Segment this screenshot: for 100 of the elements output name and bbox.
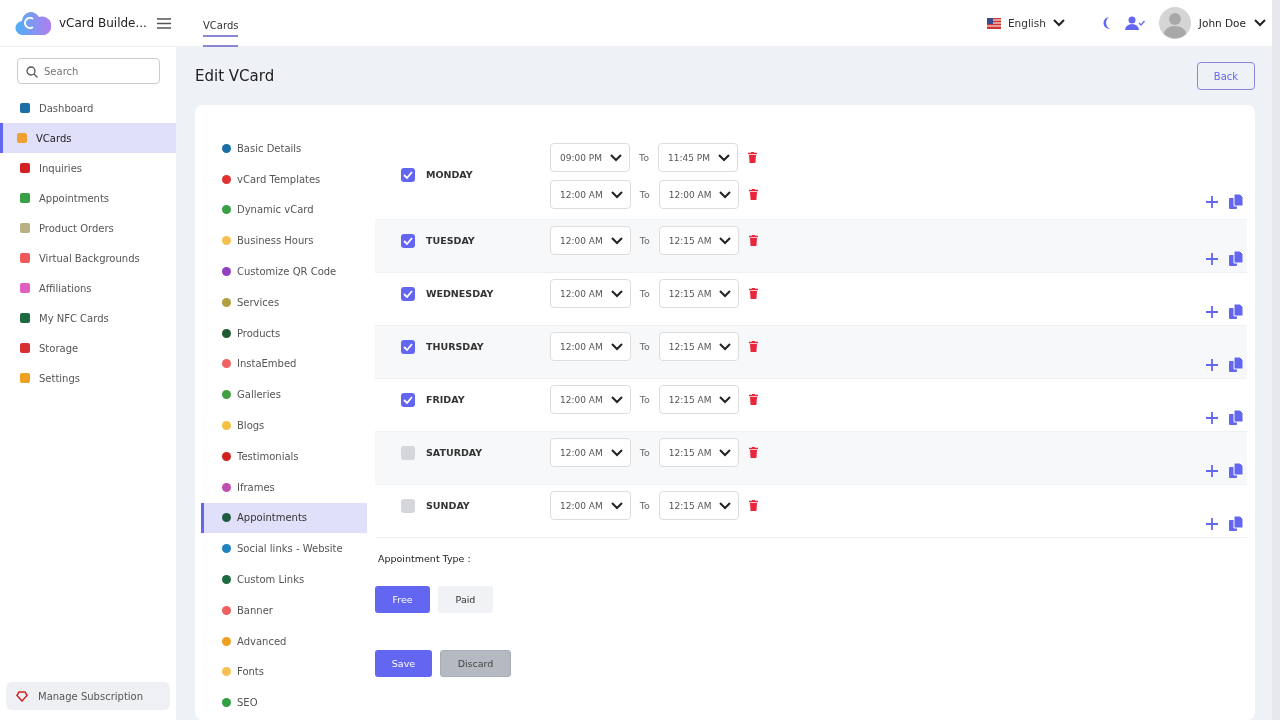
chevron-down-icon [610,236,623,245]
sidebar-item[interactable]: Dashboard [0,93,176,123]
time-select[interactable]: 11:45 PM [658,143,738,172]
user-menu[interactable]: John Doe [1158,7,1266,39]
menu-button[interactable] [154,15,173,31]
back-button[interactable]: Back [1197,62,1255,90]
section-tab[interactable]: Advanced [201,625,367,657]
delete-button[interactable] [749,288,759,299]
chevron-down-icon [718,153,730,162]
time-select[interactable]: 12:00 AM [550,491,631,520]
checkmark-icon [403,237,413,245]
chevron-down-icon [610,289,623,298]
delete-button[interactable] [749,500,759,511]
add-button[interactable] [1206,358,1218,371]
delete-button[interactable] [749,189,759,200]
time-select[interactable]: 12:00 AM [550,385,631,414]
plus-icon [1206,305,1218,318]
sidebar-item[interactable]: Product Orders [0,213,176,243]
time-select[interactable]: 12:15 AM [658,491,740,520]
sidebar-item[interactable]: Appointments [0,183,176,213]
section-tab[interactable]: Custom Links [201,564,367,595]
time-select[interactable]: 12:00 AM [550,279,631,308]
chevron-down-icon [719,289,732,298]
day-checkbox[interactable] [401,168,415,182]
flag-icon [986,17,1001,29]
copy-button[interactable] [1229,251,1243,266]
sidebar-item[interactable]: Inquiries [0,153,176,183]
sidebar-item[interactable]: My NFC Cards [0,303,176,333]
time-select[interactable]: 12:15 AM [658,385,740,414]
add-button[interactable] [1206,517,1218,530]
add-button[interactable] [1206,195,1218,208]
day-label: WEDNESDAY [426,288,495,299]
section-tab[interactable]: Customize QR Code [201,256,367,287]
type-option[interactable]: Free [375,586,430,613]
chevron-down-icon [719,190,732,199]
section-tab[interactable]: Iframes [201,471,367,503]
sidebar-item[interactable]: Storage [0,333,176,363]
search-field[interactable]: Search [17,58,160,84]
section-tab[interactable]: Dynamic vCard [201,194,367,226]
section-tab[interactable]: Products [201,317,367,349]
add-button[interactable] [1206,411,1218,424]
copy-button[interactable] [1229,463,1243,478]
section-tab[interactable]: Fonts [201,656,367,688]
time-select[interactable]: 12:15 AM [658,226,740,255]
copy-icon [1229,304,1243,319]
delete-button[interactable] [749,341,759,352]
user-status-button[interactable] [1124,16,1145,30]
section-tab[interactable]: SEO [201,687,367,719]
day-checkbox[interactable] [401,287,415,301]
type-option[interactable]: Paid [438,586,493,613]
day-label: FRIDAY [426,394,466,405]
copy-button[interactable] [1229,194,1243,209]
add-button[interactable] [1206,464,1218,477]
delete-button[interactable] [749,447,759,458]
section-tab[interactable]: Testimonials [201,440,367,472]
sidebar-item[interactable]: Virtual Backgrounds [0,243,176,273]
section-tab[interactable]: Blogs [201,410,367,441]
time-select[interactable]: 12:15 AM [658,438,740,467]
add-button[interactable] [1206,305,1218,318]
delete-button[interactable] [749,394,759,405]
sidebar-item[interactable]: Affiliations [0,273,176,303]
copy-icon [1229,357,1243,372]
time-select[interactable]: 12:00 AM [658,180,740,209]
time-select[interactable]: 12:15 AM [658,279,740,308]
day-checkbox[interactable] [401,234,415,248]
time-select[interactable]: 12:15 AM [658,332,740,361]
copy-button[interactable] [1229,410,1243,425]
section-tab[interactable]: Services [201,287,367,318]
copy-button[interactable] [1229,516,1243,531]
language-dropdown[interactable]: English [986,17,1065,29]
day-checkbox[interactable] [401,393,415,407]
time-select[interactable]: 12:00 AM [550,226,631,255]
sidebar-item[interactable]: Settings [0,363,176,393]
section-tab[interactable]: Appointments [201,502,367,534]
delete-button[interactable] [748,152,757,163]
section-tab[interactable]: Social links - Website [201,533,367,565]
time-select[interactable]: 09:00 PM [550,143,630,172]
save-button[interactable]: Save [375,650,432,677]
add-button[interactable] [1206,252,1218,265]
delete-button[interactable] [749,235,759,246]
day-checkbox[interactable] [401,340,415,354]
checkmark-icon [403,171,413,179]
section-tab[interactable]: vCard Templates [201,163,367,195]
time-select[interactable]: 12:00 AM [550,332,631,361]
manage-subscription-link[interactable]: Manage Subscription [6,682,170,710]
time-select[interactable]: 12:00 AM [550,180,631,209]
section-tab[interactable]: InstaEmbed [201,348,367,380]
day-checkbox[interactable] [401,446,415,460]
section-tab[interactable]: Banner [201,594,367,626]
chevron-down-icon [610,190,623,199]
section-tab[interactable]: Business Hours [201,225,367,257]
sidebar-item[interactable]: VCards [0,123,176,153]
discard-button[interactable]: Discard [440,650,511,677]
copy-button[interactable] [1229,357,1243,372]
copy-button[interactable] [1229,304,1243,319]
day-checkbox[interactable] [401,499,415,513]
section-tab[interactable]: Galleries [201,379,367,411]
time-select[interactable]: 12:00 AM [550,438,631,467]
section-tab[interactable]: Basic Details [201,133,367,164]
chevron-down-icon [610,448,623,457]
